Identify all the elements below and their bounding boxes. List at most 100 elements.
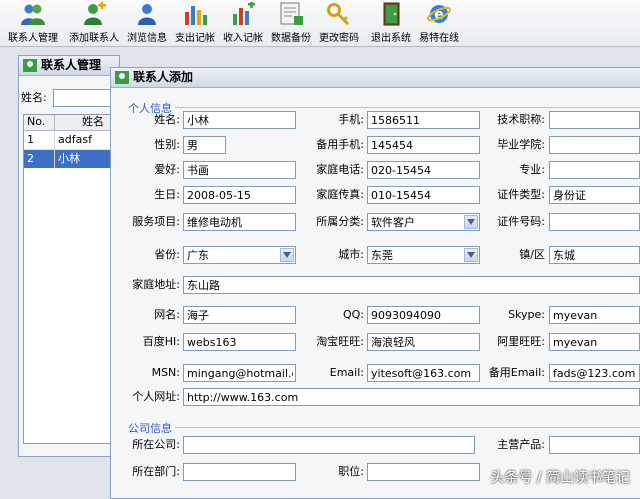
home-tel-input[interactable] [367, 161, 480, 179]
city-value: 东莞 [371, 249, 393, 262]
taobao-input[interactable] [367, 333, 480, 351]
baidu-input[interactable] [183, 333, 296, 351]
mobile2-label: 备用手机: [316, 138, 364, 151]
toolbar-label: 收入记帐 [223, 33, 263, 44]
add-titlebar[interactable]: 联系人添加 [111, 68, 640, 88]
id-type-input[interactable] [549, 186, 640, 204]
toolbar-label: 添加联系人 [69, 33, 119, 44]
window-icon [23, 59, 37, 72]
add-contact-button[interactable]: 添加联系人 [66, 2, 122, 44]
mobile-input[interactable] [367, 111, 480, 129]
row-name: adfasf [58, 133, 92, 146]
income-chart-icon [233, 2, 255, 25]
position-label: 职位: [338, 465, 364, 478]
title-input[interactable] [549, 111, 640, 129]
nickname-input[interactable] [183, 306, 296, 324]
id-type-label: 证件类型: [497, 188, 545, 201]
service-input[interactable] [183, 213, 296, 231]
msn-input[interactable] [183, 364, 296, 382]
toolbar-label: 退出系统 [371, 33, 411, 44]
email-label: Email: [329, 366, 364, 379]
exit-system-button[interactable]: 退出系统 [368, 2, 414, 44]
table-row-selected[interactable]: 2 小林 [24, 150, 119, 168]
contact-manage-button[interactable]: 联系人管理 [4, 2, 62, 44]
manager-titlebar[interactable]: 联系人管理 [19, 56, 119, 76]
skype-input[interactable] [549, 306, 640, 324]
contacts-table: No. 姓名 1 adfasf 2 小林 [23, 114, 120, 444]
birthday-input[interactable] [183, 186, 296, 204]
name-search-label: 姓名: [21, 91, 47, 104]
column-header-no[interactable]: No. [27, 114, 45, 130]
title-label: 技术职称: [497, 113, 545, 126]
category-value: 软件客户 [371, 216, 415, 229]
online-button[interactable]: e 易特在线 [416, 2, 462, 44]
chevron-down-icon[interactable] [464, 215, 478, 229]
add-user-icon [84, 2, 106, 25]
id-number-label: 证件号码: [497, 215, 545, 228]
chevron-down-icon[interactable] [464, 248, 478, 262]
address-input[interactable] [183, 276, 640, 294]
manager-title: 联系人管理 [41, 58, 102, 72]
dept-label: 所在部门: [132, 465, 180, 478]
row-no: 2 [27, 152, 34, 165]
skype-label: Skype: [508, 308, 545, 321]
exit-icon [383, 2, 400, 26]
add-title: 联系人添加 [133, 70, 194, 84]
province-select[interactable]: 广东 [183, 246, 296, 264]
gender-input[interactable] [183, 136, 226, 154]
email2-input[interactable] [549, 364, 640, 382]
name-input[interactable] [183, 111, 296, 129]
expense-button[interactable]: 支出记帐 [172, 2, 218, 44]
toolbar-label: 浏览信息 [127, 33, 167, 44]
contact-manager-window: 联系人管理 姓名: No. 姓名 1 adfasf 2 小林 [18, 55, 120, 457]
msn-label: MSN: [151, 366, 180, 379]
aliww-label: 阿里旺旺: [497, 335, 545, 348]
city-select[interactable]: 东莞 [367, 246, 480, 264]
home-fax-label: 家庭传真: [316, 188, 364, 201]
company-info-group-title: 公司信息 [128, 422, 172, 435]
change-password-button[interactable]: 更改密码 [316, 2, 362, 44]
website-label: 个人网址: [132, 390, 180, 403]
key-icon [327, 3, 350, 26]
row-no: 1 [27, 133, 34, 146]
watermark-text: 头条号 / 简山读书笔记 [490, 470, 630, 486]
hobby-input[interactable] [183, 161, 296, 179]
browse-info-button[interactable]: 浏览信息 [124, 2, 170, 44]
income-button[interactable]: 收入记帐 [220, 2, 266, 44]
mobile2-input[interactable] [367, 136, 480, 154]
data-backup-button[interactable]: 数据备份 [268, 2, 314, 44]
name-label: 姓名: [154, 113, 180, 126]
taobao-label: 淘宝旺旺: [316, 335, 364, 348]
aliww-input[interactable] [549, 333, 640, 351]
category-select[interactable]: 软件客户 [367, 213, 480, 231]
home-fax-input[interactable] [367, 186, 480, 204]
company-label: 所在公司: [132, 438, 180, 451]
dept-input[interactable] [183, 463, 296, 481]
product-input[interactable] [549, 436, 640, 454]
ie-icon: e [426, 5, 452, 23]
table-row[interactable]: 1 adfasf [24, 131, 119, 150]
position-input[interactable] [367, 463, 480, 481]
major-input[interactable] [549, 161, 640, 179]
chevron-down-icon[interactable] [280, 248, 294, 262]
toolbar-label: 更改密码 [319, 33, 359, 44]
browse-icon [138, 4, 156, 25]
qq-input[interactable] [367, 306, 480, 324]
website-input[interactable] [183, 388, 640, 406]
column-header-name[interactable]: 姓名 [82, 114, 104, 130]
company-input[interactable] [183, 436, 475, 454]
gender-label: 性别: [154, 138, 180, 151]
address-label: 家庭地址: [132, 278, 180, 291]
id-number-input[interactable] [549, 213, 640, 231]
group-divider [175, 107, 640, 108]
toolbar-label: 数据备份 [271, 33, 311, 44]
toolbar-label: 支出记帐 [175, 33, 215, 44]
email-input[interactable] [367, 364, 480, 382]
school-input[interactable] [549, 136, 640, 154]
category-label: 所属分类: [316, 215, 364, 228]
town-input[interactable] [549, 246, 640, 264]
town-label: 镇/区 [519, 248, 545, 261]
table-header: No. 姓名 [24, 115, 119, 131]
group-divider [175, 427, 640, 428]
birthday-label: 生日: [154, 188, 180, 201]
